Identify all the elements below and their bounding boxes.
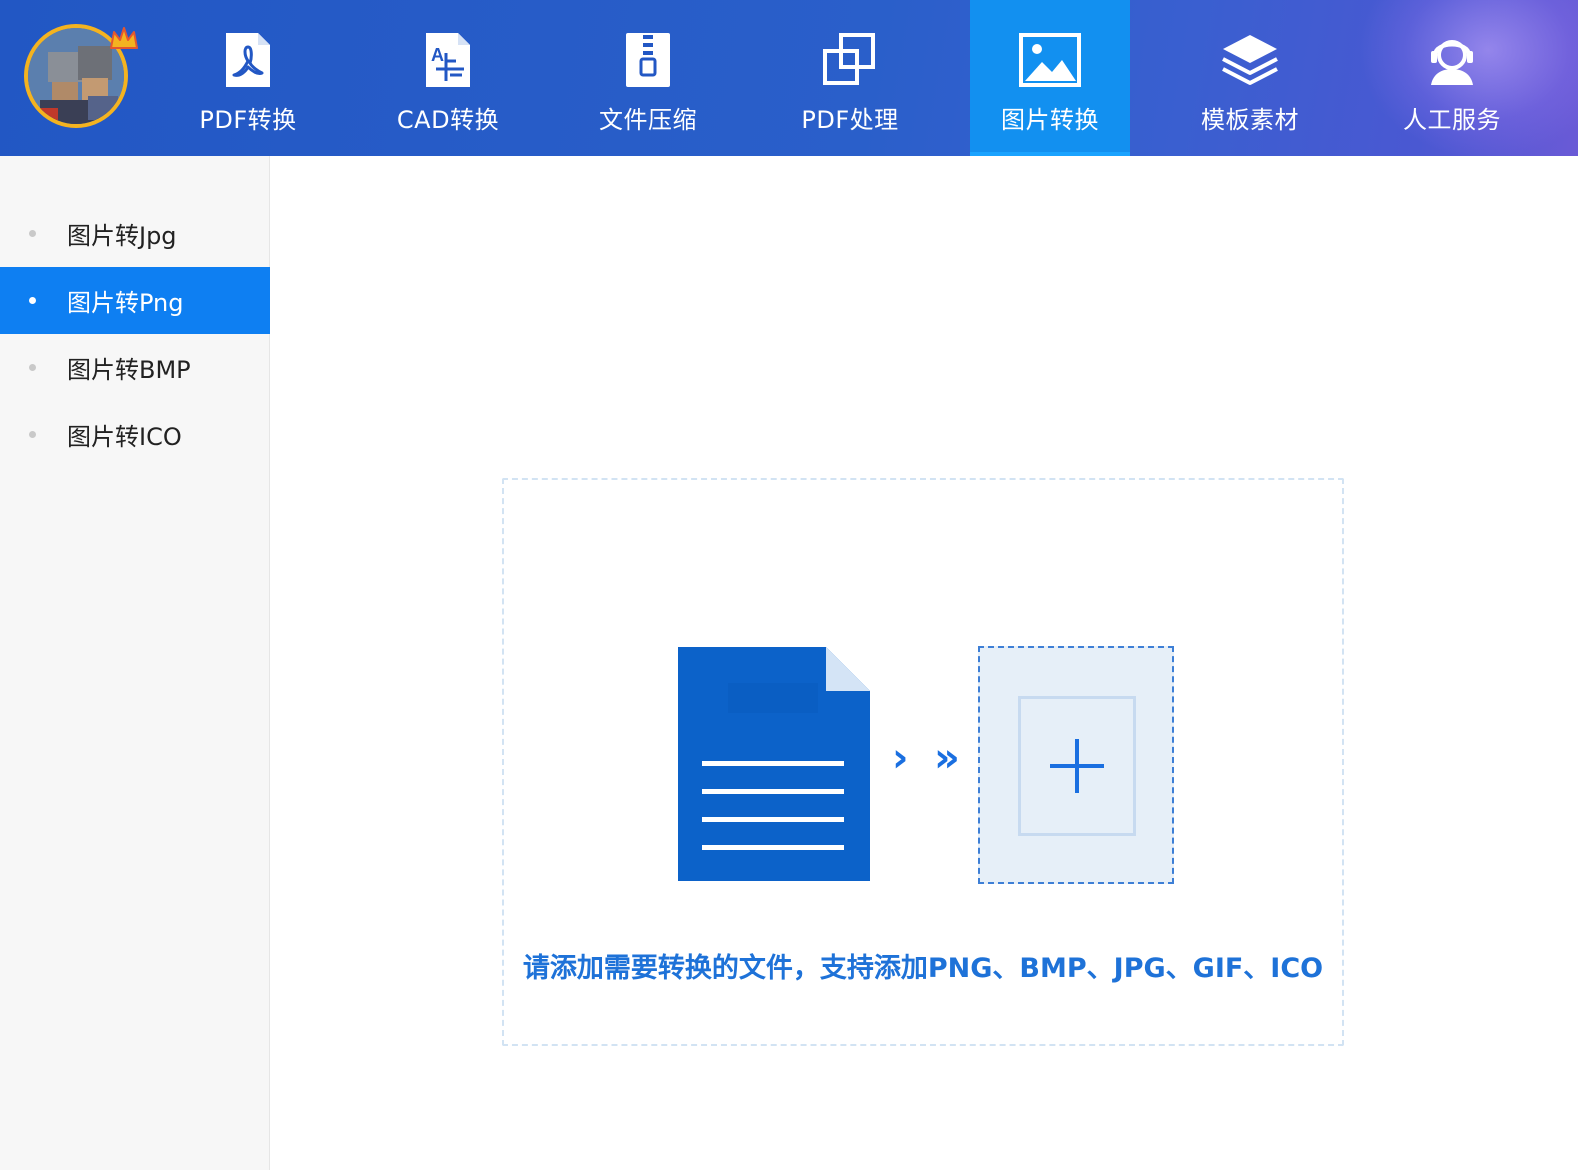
nav-pdf-process[interactable]: PDF处理 — [770, 0, 930, 156]
nav-label: PDF处理 — [801, 106, 899, 134]
nav-customer-service[interactable]: 人工服务 — [1372, 0, 1532, 156]
sidebar-item-label: 图片转Png — [67, 289, 184, 317]
bullet-dot — [29, 230, 36, 237]
zip-file-icon — [616, 28, 680, 92]
nav-pdf-convert[interactable]: PDF转换 — [168, 0, 328, 156]
nav-templates[interactable]: 模板素材 — [1170, 0, 1330, 156]
document-icon — [678, 647, 870, 881]
nav-label: 人工服务 — [1403, 106, 1501, 134]
sidebar-item-bmp[interactable]: 图片转BMP — [0, 334, 270, 401]
bullet-dot — [29, 297, 36, 304]
svg-text:A: A — [431, 45, 444, 65]
sidebar-item-jpg[interactable]: 图片转Jpg — [0, 200, 270, 267]
nav-label: PDF转换 — [199, 106, 297, 134]
nav-image-convert[interactable]: 图片转换 — [970, 0, 1130, 156]
bullet-dot — [29, 431, 36, 438]
nav-label: 模板素材 — [1201, 106, 1299, 134]
sidebar-list: 图片转Jpg 图片转Png 图片转BMP 图片转ICO — [0, 200, 270, 468]
add-file-button[interactable] — [978, 646, 1174, 884]
sidebar: 图片转Jpg 图片转Png 图片转BMP 图片转ICO — [0, 156, 270, 1170]
plus-icon — [1050, 739, 1104, 793]
add-file-frame — [1018, 696, 1136, 836]
cad-icon: A — [416, 28, 480, 92]
image-icon — [1018, 28, 1082, 92]
layers-icon — [1218, 28, 1282, 92]
file-drop-zone[interactable]: › » 请添加需要转换的文件，支持添加PNG、BMP、JPG、GIF、ICO — [502, 478, 1344, 1046]
sidebar-item-label: 图片转BMP — [67, 356, 191, 384]
supported-formats-hint: 请添加需要转换的文件，支持添加PNG、BMP、JPG、GIF、ICO — [522, 953, 1324, 984]
sidebar-item-label: 图片转Jpg — [67, 222, 177, 250]
sidebar-item-png[interactable]: 图片转Png — [0, 267, 270, 334]
bullet-dot — [29, 364, 36, 371]
nav-label: 图片转换 — [1001, 106, 1099, 134]
user-avatar[interactable] — [24, 24, 138, 136]
sidebar-item-label: 图片转ICO — [67, 423, 182, 451]
pdf-icon — [216, 28, 280, 92]
nav-label: CAD转换 — [396, 106, 500, 134]
double-arrow-icon: » — [934, 735, 960, 781]
sidebar-item-ico[interactable]: 图片转ICO — [0, 401, 270, 468]
nav-file-compress[interactable]: 文件压缩 — [568, 0, 728, 156]
top-navigation-bar: PDF转换 A CAD转换 文件压缩 PDF处理 图片转换 模板素材 人工服务 — [0, 0, 1578, 156]
single-arrow-icon: › — [892, 735, 909, 781]
nav-label: 文件压缩 — [599, 106, 697, 134]
nav-cad-convert[interactable]: A CAD转换 — [368, 0, 528, 156]
overlap-squares-icon — [818, 28, 882, 92]
crown-icon — [110, 27, 138, 49]
customer-service-icon — [1420, 28, 1484, 92]
